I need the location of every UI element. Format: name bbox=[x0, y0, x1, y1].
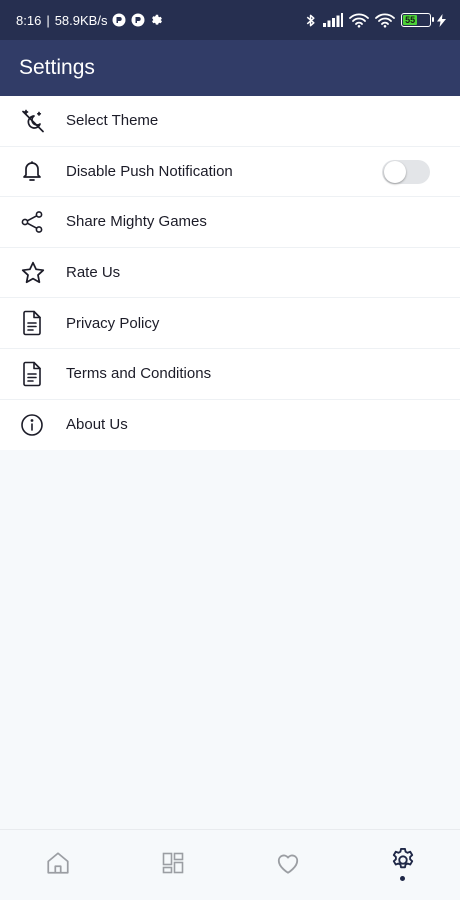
settings-item-select-theme[interactable]: Select Theme bbox=[0, 96, 460, 147]
signal-icon bbox=[323, 13, 343, 27]
settings-item-label: Privacy Policy bbox=[66, 314, 160, 332]
theme-icon bbox=[0, 108, 66, 134]
battery-icon: 55 bbox=[401, 13, 434, 27]
status-time: 8:16 bbox=[16, 12, 42, 28]
nav-item-home[interactable] bbox=[0, 830, 115, 900]
dashboard-icon bbox=[161, 851, 185, 880]
status-separator: | bbox=[46, 12, 50, 28]
settings-item-label: Disable Push Notification bbox=[66, 162, 233, 180]
page-title: Settings bbox=[19, 56, 95, 79]
settings-item-label: Rate Us bbox=[66, 264, 121, 282]
settings-item-label: Terms and Conditions bbox=[66, 365, 212, 383]
wifi-icon bbox=[349, 13, 369, 28]
settings-item-terms-and-conditions[interactable]: Terms and Conditions bbox=[0, 349, 460, 400]
settings-item-rate-us[interactable]: Rate Us bbox=[0, 248, 460, 299]
bell-icon bbox=[0, 159, 66, 183]
settings-item-label: About Us bbox=[66, 416, 128, 434]
document-icon bbox=[0, 310, 66, 336]
status-bar: 8:16 | 58.9KB/s 55 bbox=[0, 0, 460, 40]
settings-item-label: Share Mighty Games bbox=[66, 213, 207, 231]
wifi-icon bbox=[375, 13, 395, 28]
settings-item-share-mighty-games[interactable]: Share Mighty Games bbox=[0, 197, 460, 248]
settings-item-disable-push-notification[interactable]: Disable Push Notification bbox=[0, 147, 460, 198]
network-speed: 58.9KB/s bbox=[54, 12, 108, 28]
active-indicator-dot bbox=[400, 876, 405, 881]
nav-item-favorites[interactable] bbox=[230, 830, 345, 900]
toggle-knob bbox=[384, 160, 406, 183]
settings-item-about-us[interactable]: About Us bbox=[0, 400, 460, 451]
battery-level: 55 bbox=[403, 15, 418, 25]
notification-app-icon bbox=[112, 13, 126, 27]
charging-icon bbox=[437, 13, 446, 27]
star-icon bbox=[0, 260, 66, 286]
settings-list: Select Theme Disable Push Notification S… bbox=[0, 96, 460, 451]
bottom-navigation bbox=[0, 829, 460, 900]
app-bar: Settings bbox=[0, 40, 460, 96]
bluetooth-icon bbox=[305, 13, 317, 28]
info-icon bbox=[0, 413, 66, 437]
nav-item-dashboard[interactable] bbox=[115, 830, 230, 900]
settings-item-privacy-policy[interactable]: Privacy Policy bbox=[0, 298, 460, 349]
heart-icon bbox=[275, 851, 301, 880]
document-icon bbox=[0, 361, 66, 387]
settings-item-label: Select Theme bbox=[66, 112, 159, 130]
settings-notification-icon bbox=[150, 13, 164, 27]
nav-item-settings[interactable] bbox=[345, 830, 460, 900]
gear-icon bbox=[389, 846, 417, 879]
share-icon bbox=[0, 210, 66, 234]
home-icon bbox=[45, 850, 71, 881]
push-notification-toggle[interactable] bbox=[382, 159, 430, 184]
notification-app-icon bbox=[131, 13, 145, 27]
